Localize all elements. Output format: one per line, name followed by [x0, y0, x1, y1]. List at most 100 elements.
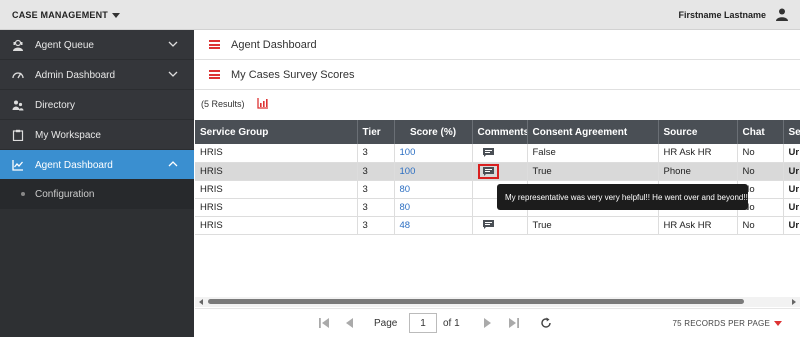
gauge-icon [12, 72, 24, 79]
chart-icon[interactable] [257, 97, 269, 109]
previous-page-icon[interactable] [344, 317, 356, 329]
cell-comments [472, 144, 528, 163]
cell-comments [472, 216, 528, 235]
score-link[interactable]: 100 [394, 144, 473, 163]
sidebar-item-directory[interactable]: Directory [0, 90, 194, 120]
panel-title: My Cases Survey Scores [231, 69, 355, 81]
sidebar-item-my-workspace[interactable]: My Workspace [0, 120, 194, 150]
column-header-se[interactable]: Se [783, 120, 800, 144]
page-total-label: of 1 [443, 318, 460, 329]
sidebar-item-label: Directory [35, 100, 76, 111]
table-header-row: Service Group Tier Score (%) Comments Co… [195, 120, 800, 144]
refresh-icon[interactable] [540, 317, 552, 329]
cell-service-group: HRIS [195, 180, 358, 199]
cell-se: Ur [783, 198, 800, 217]
cell-tier: 3 [357, 180, 395, 199]
cell-se: Ur [783, 162, 800, 181]
hamburger-menu-icon[interactable] [209, 40, 220, 49]
score-link[interactable]: 48 [394, 216, 473, 235]
sidebar-subitem-label: Configuration [35, 189, 95, 200]
comment-icon[interactable] [482, 220, 494, 230]
cell-source: Phone [658, 162, 738, 181]
sidebar-item-agent-dashboard[interactable]: Agent Dashboard [0, 150, 194, 180]
app-menu-button[interactable]: CASE MANAGEMENT [12, 10, 121, 20]
table-row[interactable]: HRIS 3 48 True HR Ask HR No Ur [195, 216, 800, 235]
horizontal-scrollbar[interactable] [195, 297, 800, 307]
headset-icon [13, 39, 23, 51]
scrollbar-thumb[interactable] [208, 299, 744, 304]
chevron-down-icon [168, 41, 178, 47]
cell-comments [472, 162, 528, 181]
cell-tier: 3 [357, 144, 395, 163]
scroll-left-icon[interactable] [199, 299, 203, 305]
cell-tier: 3 [357, 198, 395, 217]
chevron-down-icon [168, 71, 178, 77]
cell-source: HR Ask HR [658, 144, 738, 163]
bullet-icon [21, 192, 25, 196]
score-link[interactable]: 80 [394, 198, 473, 217]
comment-icon[interactable] [482, 166, 494, 176]
column-header-consent-agreement[interactable]: Consent Agreement [527, 120, 659, 144]
column-header-service-group[interactable]: Service Group [195, 120, 358, 144]
comment-icon[interactable] [482, 148, 494, 158]
pagination-bar: Page of 1 75 RECORDS PER PAGE [195, 308, 800, 337]
sidebar-item-label: Admin Dashboard [35, 70, 116, 81]
cell-tier: 3 [357, 216, 395, 235]
caret-down-icon [112, 12, 121, 18]
clipboard-icon [12, 129, 24, 141]
sidebar-item-label: Agent Queue [35, 40, 94, 51]
cell-service-group: HRIS [195, 144, 358, 163]
hamburger-menu-icon[interactable] [209, 70, 220, 79]
column-header-tier[interactable]: Tier [357, 120, 395, 144]
cell-chat: No [737, 216, 784, 235]
app-title: CASE MANAGEMENT [12, 10, 109, 20]
table-row[interactable]: HRIS 3 100 True Phone No Ur [195, 162, 800, 181]
cell-service-group: HRIS [195, 162, 358, 181]
score-link[interactable]: 80 [394, 180, 473, 199]
cell-tier: 3 [357, 162, 395, 181]
next-page-icon[interactable] [481, 317, 493, 329]
column-header-score[interactable]: Score (%) [394, 120, 473, 144]
column-header-comments[interactable]: Comments [472, 120, 528, 144]
sidebar-item-agent-queue[interactable]: Agent Queue [0, 30, 194, 60]
table-row[interactable]: HRIS 3 100 False HR Ask HR No Ur [195, 144, 800, 163]
column-header-chat[interactable]: Chat [737, 120, 784, 144]
last-page-icon[interactable] [508, 317, 520, 329]
chevron-up-icon [168, 161, 178, 167]
page-label: Page [374, 318, 398, 329]
cell-chat: No [737, 162, 784, 181]
cell-se: Ur [783, 180, 800, 199]
survey-scores-header: My Cases Survey Scores [195, 60, 800, 90]
sidebar-item-admin-dashboard[interactable]: Admin Dashboard [0, 60, 194, 90]
sidebar-item-label: My Workspace [35, 130, 101, 141]
column-header-source[interactable]: Source [658, 120, 738, 144]
cell-consent: True [527, 216, 659, 235]
sidebar-subitem-configuration[interactable]: Configuration [0, 179, 194, 209]
panel-title: Agent Dashboard [231, 39, 317, 51]
page-number-input[interactable] [409, 313, 437, 333]
user-icon[interactable] [776, 8, 788, 21]
user-name[interactable]: Firstname Lastname [678, 10, 766, 20]
sidebar-empty-area [0, 209, 194, 337]
agent-dashboard-header: Agent Dashboard [195, 30, 800, 60]
cell-source: HR Ask HR [658, 216, 738, 235]
cell-consent: True [527, 162, 659, 181]
cell-service-group: HRIS [195, 198, 358, 217]
sidebar-item-label: Agent Dashboard [35, 160, 113, 171]
people-icon [12, 100, 24, 111]
comment-highlight [477, 163, 499, 179]
cell-chat: No [737, 144, 784, 163]
results-count: (5 Results) [201, 99, 245, 109]
scroll-right-icon[interactable] [792, 299, 796, 305]
top-bar: CASE MANAGEMENT Firstname Lastname [0, 0, 800, 30]
comment-tooltip: My representative was very very helpful!… [497, 184, 748, 210]
chart-icon [12, 160, 23, 171]
cell-se: Ur [783, 144, 800, 163]
cell-se: Ur [783, 216, 800, 235]
records-per-page-select[interactable]: 75 RECORDS PER PAGE [673, 319, 770, 328]
survey-scores-table: Service Group Tier Score (%) Comments Co… [195, 120, 800, 300]
caret-down-icon[interactable] [774, 321, 782, 326]
score-link[interactable]: 100 [394, 162, 473, 181]
first-page-icon[interactable] [318, 317, 330, 329]
cell-service-group: HRIS [195, 216, 358, 235]
